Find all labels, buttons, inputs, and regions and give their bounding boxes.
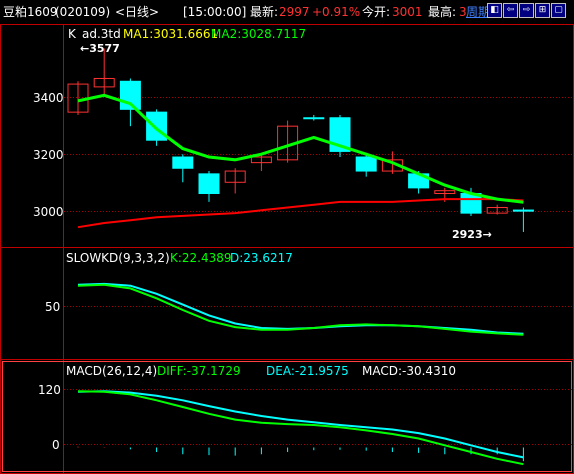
chart-canvas[interactable]: 3400 3200 3000 50 120 0 K ad.3td MA1:303… <box>0 0 574 474</box>
macd-indicator-label: MACD(26,12,4) <box>66 364 157 378</box>
candle-down <box>303 117 325 120</box>
kd-d-value: D:23.6217 <box>230 251 293 265</box>
chart-frame <box>0 24 574 474</box>
kd-d-line <box>77 282 524 335</box>
kd-k-value: K:22.4389 <box>170 251 232 265</box>
indicator-name: ad.3td <box>82 27 121 41</box>
y-tick-macd-120: 120 <box>38 383 61 397</box>
high-annotation: ←3577 <box>80 42 120 55</box>
kd-indicator-label: SLOWKD(9,3,3,2) <box>66 251 170 265</box>
y-tick-macd-0: 0 <box>52 438 60 452</box>
candle-down <box>355 156 377 172</box>
ma2-legend: MA2:3028.7117 <box>211 27 306 41</box>
ma1-legend: MA1:3031.6661 <box>123 27 218 41</box>
macd-diff-line <box>77 390 524 466</box>
macd-dea-value: DEA:-21.9575 <box>266 364 349 378</box>
macd-diff-value: DIFF:-37.1729 <box>157 364 241 378</box>
macd-macd-value: MACD:-30.4310 <box>362 364 456 378</box>
ma3-line <box>77 198 524 229</box>
y-tick-3000: 3000 <box>33 205 64 219</box>
stock-chart-window: 豆粕1609 (020109) <日线> [15:00:00] 最新: 2997… <box>0 0 574 474</box>
y-tick-kd-50: 50 <box>45 300 60 314</box>
kd-k-line <box>77 283 524 336</box>
low-annotation: 2923→ <box>452 228 492 241</box>
candle-down <box>198 173 220 195</box>
candle-down <box>512 209 534 212</box>
y-tick-3400: 3400 <box>33 91 64 105</box>
candle-down <box>172 156 194 169</box>
y-tick-3200: 3200 <box>33 148 64 162</box>
k-label: K <box>68 27 77 41</box>
ma2-line <box>77 93 524 204</box>
